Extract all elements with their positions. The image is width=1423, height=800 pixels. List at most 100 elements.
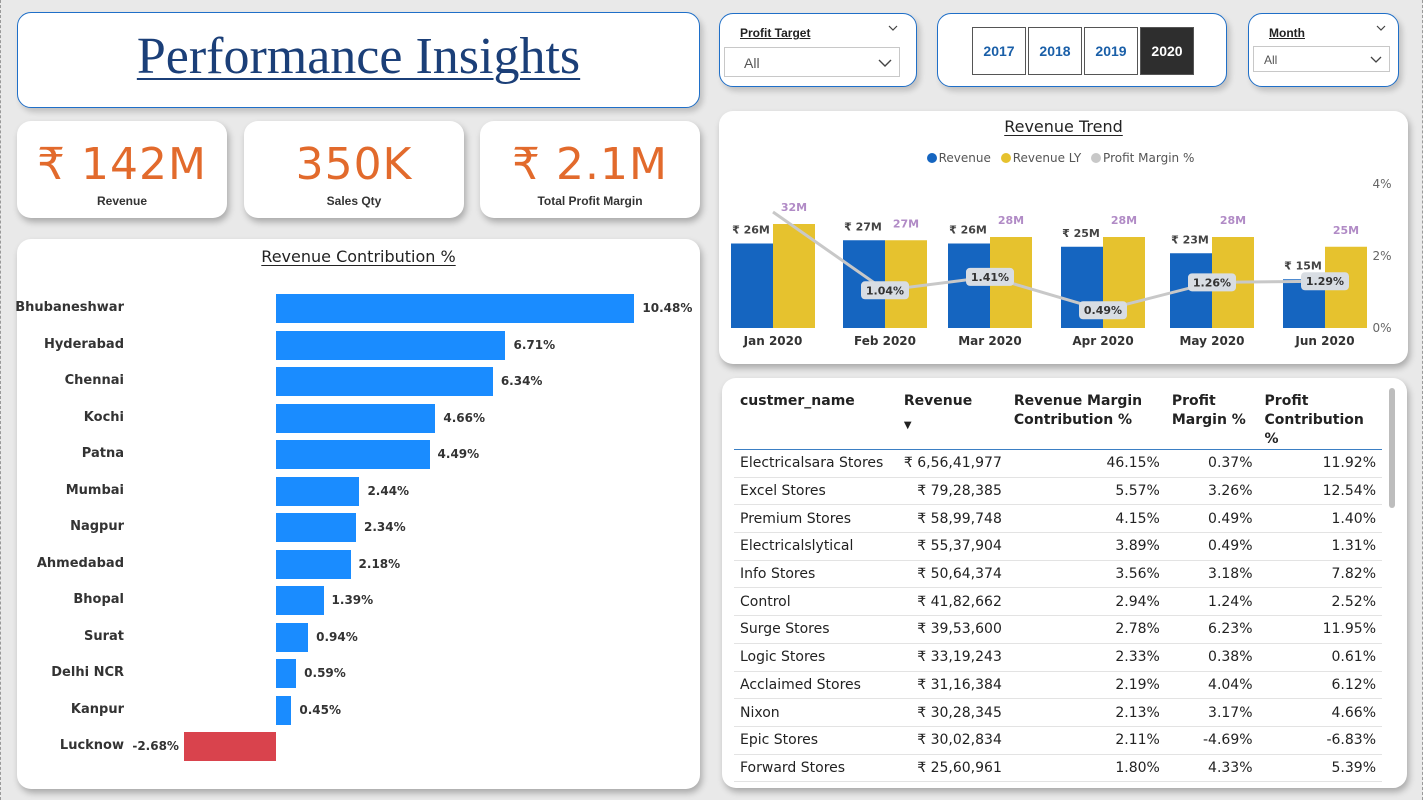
table-cell: Forward Stores: [734, 754, 898, 783]
bar[interactable]: [276, 403, 436, 433]
chevron-down-icon[interactable]: [888, 24, 898, 32]
data-label-revenue: ₹ 26M: [732, 224, 770, 237]
year-button-2019[interactable]: 2019: [1084, 27, 1138, 75]
table-cell: 2.94%: [1007, 587, 1166, 617]
month-slicer[interactable]: Month All: [1248, 13, 1399, 87]
column-header[interactable]: custmer_name: [734, 386, 898, 450]
table-row[interactable]: Info Stores ₹ 50,64,374 3.56% 3.18% 7.82%: [734, 560, 1382, 589]
table-row[interactable]: Epic Stores ₹ 30,02,834 2.11% -4.69% -6.83%: [734, 726, 1382, 755]
bar[interactable]: [276, 330, 506, 360]
bar[interactable]: [276, 549, 351, 579]
chevron-down-icon: [1370, 56, 1382, 63]
table-cell: ₹ 41,82,662: [897, 587, 1008, 617]
table-cell: 46.15%: [1007, 449, 1166, 478]
bar-revenue[interactable]: [731, 243, 773, 329]
x-tick-label: Jan 2020: [743, 334, 803, 348]
year-button-2017[interactable]: 2017: [972, 27, 1026, 75]
table-cell: Electricalslytical: [734, 532, 898, 561]
data-label: 2.44%: [367, 483, 410, 498]
profit-target-slicer[interactable]: Profit Target All: [719, 13, 917, 87]
bar[interactable]: [276, 622, 309, 652]
bar[interactable]: [184, 732, 276, 761]
category-label: Kanpur: [70, 701, 124, 717]
table-cell: 2.13%: [1007, 698, 1166, 727]
table-cell: 2.33%: [1007, 643, 1166, 672]
table-cell: 1.31%: [1258, 532, 1382, 561]
bar[interactable]: [276, 294, 635, 323]
table-row[interactable]: Nixon ₹ 30,28,345 2.13% 3.17% 4.66%: [734, 698, 1382, 727]
table-row[interactable]: Premium Stores ₹ 58,99,748 4.15% 0.49% 1.40%: [734, 504, 1382, 534]
chevron-down-icon: [878, 59, 892, 67]
data-label-profit-margin: 0.49%: [1084, 304, 1122, 317]
bar[interactable]: [276, 695, 292, 725]
table-cell: 4.04%: [1165, 671, 1259, 700]
y2-tick-label: 2%: [1372, 249, 1391, 263]
category-label: Bhopal: [73, 592, 124, 607]
table-row[interactable]: Electricalslytical ₹ 55,37,904 3.89% 0.49% 1…: [734, 532, 1382, 561]
table-row[interactable]: Excel Stores ₹ 79,28,385 5.57% 3.26% 12.54%: [734, 477, 1382, 506]
chart-title: Revenue Contribution %: [261, 247, 456, 266]
month-value: All: [1264, 53, 1278, 67]
table-cell: Epic Stores: [734, 726, 898, 755]
bar[interactable]: [276, 586, 324, 615]
column-header[interactable]: Revenue Margin Contribution %: [1007, 386, 1166, 450]
data-label: 4.49%: [437, 447, 480, 461]
bar[interactable]: [276, 513, 357, 542]
table-row[interactable]: Forward Stores ₹ 25,60,961 1.80% 4.33% 5.39%: [734, 754, 1382, 783]
table-cell: 3.89%: [1007, 532, 1166, 561]
table-scrollbar[interactable]: [1389, 388, 1395, 508]
month-dropdown[interactable]: All: [1253, 46, 1390, 72]
year-button-2020[interactable]: 2020: [1140, 27, 1194, 75]
table-cell: Excel Stores: [734, 477, 898, 506]
column-header[interactable]: Profit Contribution %: [1258, 386, 1382, 450]
table-cell: 3.17%: [1165, 698, 1259, 727]
trend-plot-area: 4% 2% 0% ₹ 26M 32M Jan 2020 ₹ 27M 27M Feb 2020 ₹ …: [731, 177, 1392, 348]
table-cell: ₹ 31,16,384: [897, 671, 1008, 700]
table-row[interactable]: Logic Stores ₹ 33,19,243 2.33% 0.38% 0.61%: [734, 643, 1382, 672]
year-button-2018[interactable]: 2018: [1028, 27, 1082, 75]
bar[interactable]: [276, 659, 297, 688]
data-label-revenue-ly: 28M: [998, 214, 1024, 227]
table-row[interactable]: Electricalsara Stores ₹ 6,56,41,977 46.15%…: [734, 449, 1382, 478]
data-label: 6.34%: [500, 374, 543, 388]
table-row[interactable]: Surge Stores ₹ 39,53,600 2.78% 6.23% 11.95%: [734, 615, 1382, 644]
table-cell: 7.82%: [1258, 560, 1382, 589]
table-row[interactable]: Acclaimed Stores ₹ 31,16,384 2.19% 4.04% 6.1…: [734, 671, 1382, 700]
data-label-revenue-ly: 28M: [1220, 214, 1246, 227]
bar[interactable]: [276, 367, 493, 396]
table-cell: 12.54%: [1258, 477, 1382, 506]
bar-revenue-ly[interactable]: [773, 224, 815, 328]
table-cell: ₹ 39,53,600: [897, 615, 1008, 644]
table-cell: ₹ 55,37,904: [897, 532, 1008, 561]
table-cell: Premium Stores: [734, 504, 898, 534]
table-cell: ₹ 30,28,345: [897, 698, 1008, 727]
profit-target-dropdown[interactable]: All: [724, 47, 900, 77]
chevron-down-icon[interactable]: [1376, 24, 1386, 32]
data-label-revenue-ly: 25M: [1333, 224, 1359, 237]
data-label: 2.34%: [364, 520, 406, 534]
table-row[interactable]: Control ₹ 41,82,662 2.94% 1.24% 2.52%: [734, 587, 1382, 617]
bar[interactable]: [276, 476, 360, 506]
table-cell: 4.15%: [1007, 504, 1166, 534]
category-label: Bhubaneshwar: [15, 300, 124, 315]
table-cell: 6.23%: [1165, 615, 1259, 644]
column-header[interactable]: Revenue ▼: [897, 386, 1008, 450]
table-cell: 4.33%: [1165, 754, 1259, 783]
bar[interactable]: [276, 440, 430, 469]
page-title: Performance Insights: [136, 28, 581, 85]
table-cell: 0.49%: [1165, 532, 1259, 561]
column-header-text: custmer_name: [740, 393, 855, 409]
table-cell: 2.11%: [1007, 726, 1166, 755]
category-label: Hyderabad: [43, 336, 124, 352]
x-tick-label: Feb 2020: [854, 334, 916, 348]
data-label: 0.94%: [316, 629, 358, 644]
kpi-label: Revenue: [96, 194, 148, 208]
sort-descending-icon[interactable]: ▼: [904, 416, 1002, 435]
table-cell: 4.66%: [1258, 698, 1382, 727]
column-header[interactable]: Profit Margin %: [1165, 386, 1259, 450]
revenue-contribution-chart: Revenue Contribution % Bhubaneshwar 10.48…: [15, 239, 700, 789]
table-cell: ₹ 50,64,374: [897, 560, 1008, 589]
revenue-trend-chart: Revenue Trend Revenue Revenue LY Profit …: [719, 111, 1408, 364]
x-tick-label: May 2020: [1179, 334, 1244, 348]
table-cell: 3.56%: [1007, 560, 1166, 589]
